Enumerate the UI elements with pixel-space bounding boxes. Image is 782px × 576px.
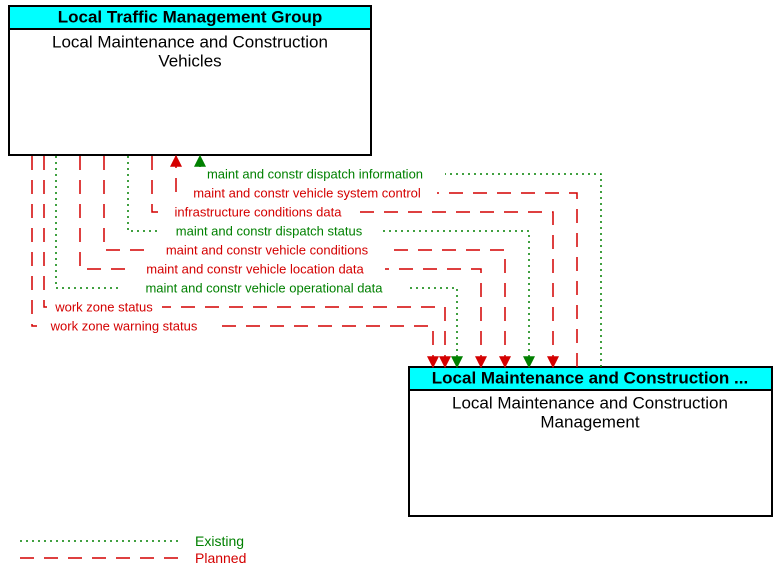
top-box-body-line2: Vehicles xyxy=(158,51,221,70)
bottom-box-body-line1: Local Maintenance and Construction xyxy=(452,393,728,412)
node-local-maintenance-management[interactable]: Local Maintenance and Construction ... L… xyxy=(409,367,772,516)
svg-text:work zone warning status: work zone warning status xyxy=(50,318,198,333)
svg-text:maint and constr vehicle opera: maint and constr vehicle operational dat… xyxy=(145,280,383,295)
svg-text:maint and constr vehicle condi: maint and constr vehicle conditions xyxy=(166,242,369,257)
flow-label-work-zone-warning-status: work zone warning status xyxy=(37,318,212,334)
svg-text:maint and constr vehicle syste: maint and constr vehicle system control xyxy=(193,185,421,200)
flow-label-infrastructure-conditions-data: infrastructure conditions data xyxy=(163,204,353,220)
flow-label-maint-dispatch-status: maint and constr dispatch status xyxy=(159,223,379,239)
flow-label-maint-vehicle-conditions: maint and constr vehicle conditions xyxy=(147,242,387,258)
top-box-body-line1: Local Maintenance and Construction xyxy=(52,32,328,51)
svg-text:infrastructure conditions data: infrastructure conditions data xyxy=(175,204,343,219)
top-box-header: Local Traffic Management Group xyxy=(58,7,323,26)
svg-text:maint and constr dispatch info: maint and constr dispatch information xyxy=(207,166,423,181)
bottom-box-body-line2: Management xyxy=(540,412,640,431)
svg-text:maint and constr vehicle locat: maint and constr vehicle location data xyxy=(146,261,364,276)
flow-label-work-zone-status: work zone status xyxy=(47,299,162,315)
legend-existing-label: Existing xyxy=(195,533,244,549)
svg-text:work zone status: work zone status xyxy=(54,299,153,314)
node-local-maintenance-vehicles[interactable]: Local Traffic Management Group Local Mai… xyxy=(9,6,371,155)
flow-label-maint-dispatch-info: maint and constr dispatch information xyxy=(185,166,445,182)
legend: Existing Planned xyxy=(20,533,246,566)
svg-text:maint and constr dispatch stat: maint and constr dispatch status xyxy=(176,223,363,238)
flow-label-maint-vehicle-operational: maint and constr vehicle operational dat… xyxy=(119,280,409,296)
bottom-box-header: Local Maintenance and Construction ... xyxy=(432,368,748,387)
legend-planned-label: Planned xyxy=(195,550,246,566)
flow-label-maint-vehicle-system-control: maint and constr vehicle system control xyxy=(177,185,437,201)
flow-label-maint-vehicle-location: maint and constr vehicle location data xyxy=(125,261,385,277)
